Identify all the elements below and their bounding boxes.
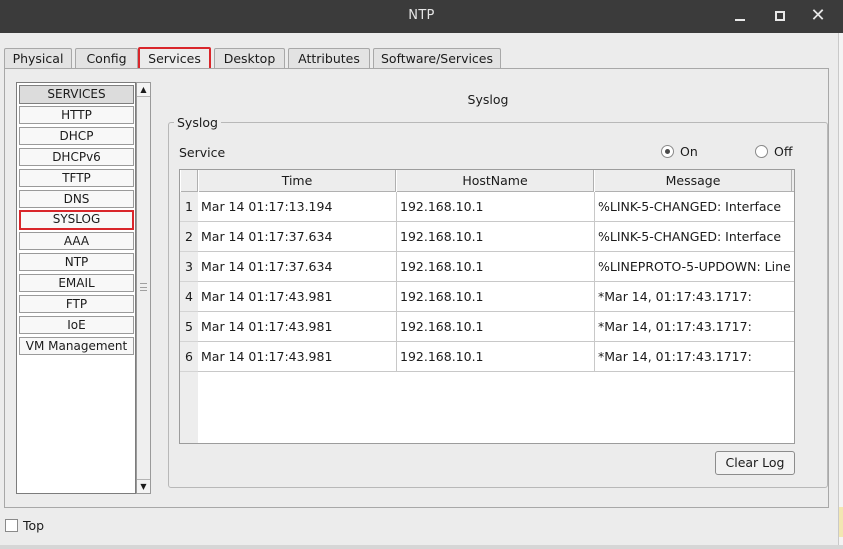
arrow-up-icon: ▲: [140, 85, 147, 94]
tab-config[interactable]: Config: [75, 48, 138, 69]
tab-desktop[interactable]: Desktop: [214, 48, 285, 69]
minimize-button[interactable]: [728, 4, 752, 28]
radio-checked-icon: [661, 145, 674, 158]
window-edge: [838, 33, 843, 549]
tab-physical[interactable]: Physical: [4, 48, 72, 69]
services-header: SERVICES: [19, 85, 134, 104]
cell-message: %LINEPROTO-5-UPDOWN: Line: [598, 259, 791, 274]
title-bar: NTP ✕: [0, 0, 843, 33]
table-row[interactable]: Mar 14 01:17:43.981 192.168.10.1 *Mar 14…: [198, 282, 794, 312]
edge-highlight: [839, 507, 843, 537]
maximize-button[interactable]: [768, 4, 792, 28]
close-icon: ✕: [810, 5, 826, 26]
table-row[interactable]: Mar 14 01:17:37.634 192.168.10.1 %LINK-5…: [198, 222, 794, 252]
row-number-header: [180, 170, 198, 192]
service-item-aaa[interactable]: AAA: [19, 232, 134, 250]
column-header-hostname[interactable]: HostName: [396, 170, 594, 192]
service-item-dhcpv6[interactable]: DHCPv6: [19, 148, 134, 166]
on-label: On: [680, 144, 698, 159]
cell-hostname: 192.168.10.1: [397, 282, 595, 312]
minimize-icon: [735, 19, 745, 21]
service-label: Service: [179, 145, 226, 160]
row-number: 1: [180, 192, 198, 222]
table-row[interactable]: Mar 14 01:17:37.634 192.168.10.1 %LINEPR…: [198, 252, 794, 282]
row-number: 3: [180, 252, 198, 282]
cell-message: %LINK-5-CHANGED: Interface: [598, 229, 782, 244]
cell-time: Mar 14 01:17:43.981: [198, 312, 397, 342]
cell-message: *Mar 14, 01:17:43.1717:: [598, 349, 752, 364]
table-row[interactable]: Mar 14 01:17:13.194 192.168.10.1 %LINK-5…: [198, 192, 794, 222]
cell-hostname: 192.168.10.1: [397, 312, 595, 342]
cell-hostname: 192.168.10.1: [397, 192, 595, 222]
cell-message: %LINK-5-CHANGED: Interface: [598, 199, 782, 214]
top-label: Top: [23, 518, 45, 533]
service-item-dhcp[interactable]: DHCP: [19, 127, 134, 145]
row-number: 6: [180, 342, 198, 372]
bottom-strip: [0, 545, 843, 549]
service-item-vm-management[interactable]: VM Management: [19, 337, 134, 355]
column-header-time[interactable]: Time: [198, 170, 396, 192]
cell-message: *Mar 14, 01:17:43.1717:: [598, 319, 752, 334]
service-item-syslog[interactable]: SYSLOG: [19, 210, 134, 230]
scroll-grip-icon[interactable]: [140, 283, 147, 291]
tab-attributes[interactable]: Attributes: [288, 48, 370, 69]
cell-hostname: 192.168.10.1: [397, 342, 595, 372]
column-header-message[interactable]: Message: [594, 170, 792, 192]
off-label: Off: [774, 144, 793, 159]
page-title: Syslog: [467, 92, 509, 107]
syslog-table: Time HostName Message 1 Mar 14 01:17:13.…: [179, 169, 795, 444]
row-number: 2: [180, 222, 198, 252]
services-scrollbar[interactable]: ▲ ▼: [136, 82, 151, 494]
cell-time: Mar 14 01:17:43.981: [198, 282, 397, 312]
group-title: Syslog: [174, 115, 221, 130]
service-item-dns[interactable]: DNS: [19, 190, 134, 208]
table-row[interactable]: Mar 14 01:17:43.981 192.168.10.1 *Mar 14…: [198, 342, 794, 372]
clear-log-button[interactable]: Clear Log: [715, 451, 795, 475]
cell-message: *Mar 14, 01:17:43.1717:: [598, 289, 752, 304]
service-item-ntp[interactable]: NTP: [19, 253, 134, 271]
service-item-http[interactable]: HTTP: [19, 106, 134, 124]
radio-unchecked-icon: [755, 145, 768, 158]
service-item-ioe[interactable]: IoE: [19, 316, 134, 334]
table-header: Time HostName Message: [180, 170, 794, 192]
cell-hostname: 192.168.10.1: [397, 252, 595, 282]
services-list: SERVICES HTTP DHCP DHCPv6 TFTP DNS SYSLO…: [16, 82, 136, 494]
cell-time: Mar 14 01:17:37.634: [198, 252, 397, 282]
arrow-down-icon: ▼: [140, 482, 147, 491]
table-row[interactable]: Mar 14 01:17:43.981 192.168.10.1 *Mar 14…: [198, 312, 794, 342]
window-title: NTP: [408, 8, 435, 23]
cell-time: Mar 14 01:17:43.981: [198, 342, 397, 372]
service-item-email[interactable]: EMAIL: [19, 274, 134, 292]
service-item-tftp[interactable]: TFTP: [19, 169, 134, 187]
scroll-down-button[interactable]: ▼: [137, 479, 150, 493]
row-number: 5: [180, 312, 198, 342]
top-checkbox[interactable]: [5, 519, 18, 532]
cell-time: Mar 14 01:17:37.634: [198, 222, 397, 252]
tab-software-services[interactable]: Software/Services: [373, 48, 501, 69]
cell-time: Mar 14 01:17:13.194: [198, 192, 397, 222]
tab-services[interactable]: Services: [138, 47, 211, 70]
row-number: 4: [180, 282, 198, 312]
table-empty-area: [198, 372, 794, 443]
scroll-up-button[interactable]: ▲: [137, 83, 150, 97]
service-item-ftp[interactable]: FTP: [19, 295, 134, 313]
cell-hostname: 192.168.10.1: [397, 222, 595, 252]
close-button[interactable]: ✕: [806, 4, 830, 28]
maximize-icon: [775, 11, 785, 21]
